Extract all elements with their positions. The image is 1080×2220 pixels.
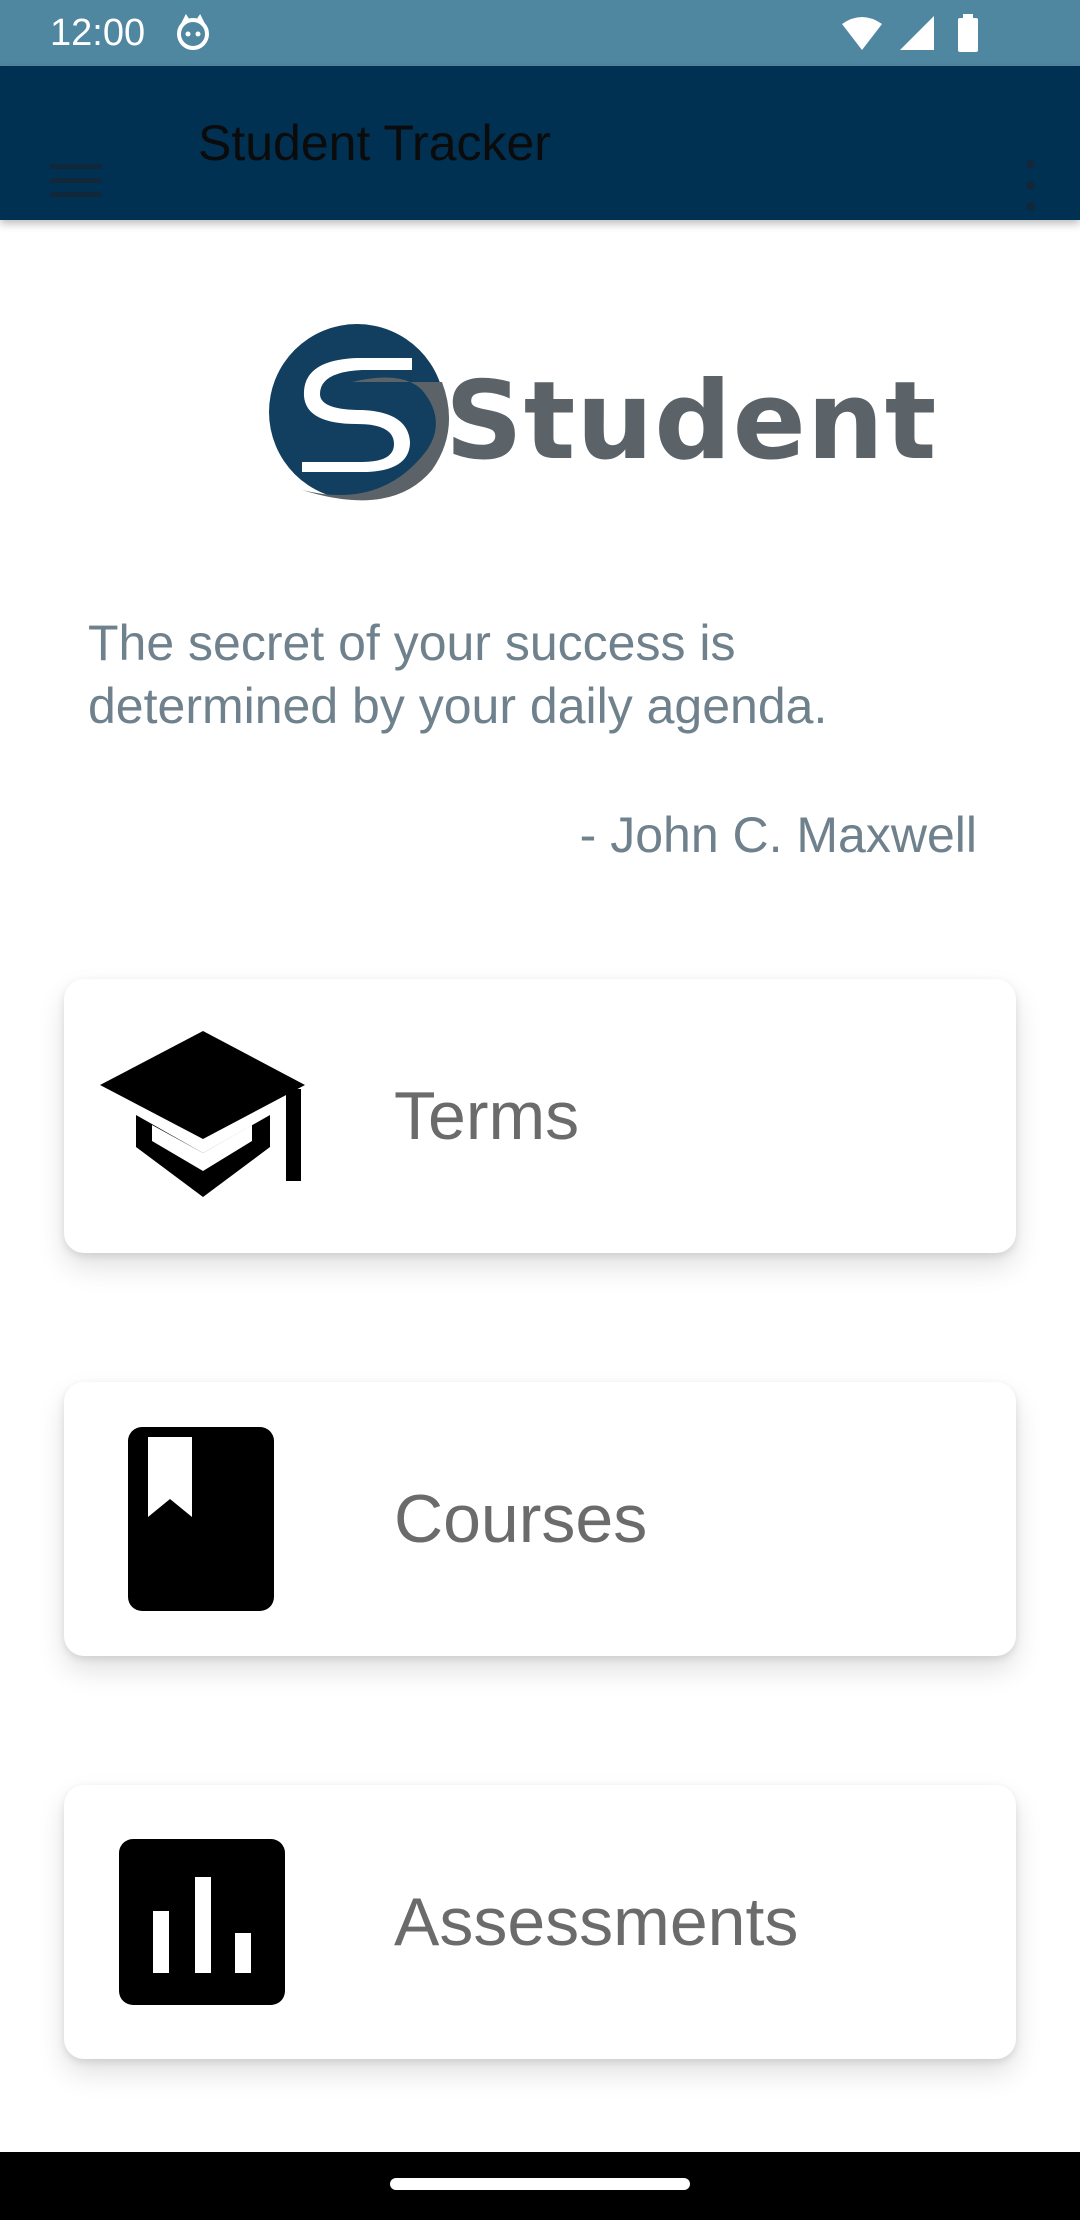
status-bar: 12:00 <box>0 0 1080 66</box>
graduation-cap-icon <box>100 1031 305 1197</box>
courses-card[interactable]: Courses <box>64 1382 1016 1656</box>
battery-icon <box>958 14 978 52</box>
status-icons <box>840 14 1040 52</box>
student-logo: Student <box>262 320 936 505</box>
bar-chart-icon <box>119 1839 285 2005</box>
app-bar: Student Tracker <box>0 66 1080 220</box>
courses-label: Courses <box>394 1481 648 1557</box>
terms-card[interactable]: Terms <box>64 979 1016 1253</box>
app-title: Student Tracker <box>198 115 551 171</box>
cat-icon <box>177 14 209 50</box>
home-handle[interactable] <box>390 2178 690 2190</box>
assessments-card[interactable]: Assessments <box>64 1785 1016 2059</box>
status-time: 12:00 <box>50 12 146 54</box>
terms-label: Terms <box>394 1078 580 1154</box>
wifi-icon <box>842 17 882 50</box>
logo-text: Student <box>445 359 938 484</box>
navigation-bar <box>0 2152 1080 2220</box>
cell-signal-icon <box>900 16 934 50</box>
hamburger-menu-icon[interactable] <box>30 106 106 197</box>
more-vert-icon[interactable] <box>1000 106 1060 211</box>
assessments-label: Assessments <box>394 1884 799 1960</box>
quote-text: The secret of your success is determined… <box>88 615 828 734</box>
quote-author: - John C. Maxwell <box>579 807 977 863</box>
book-icon <box>128 1427 274 1611</box>
